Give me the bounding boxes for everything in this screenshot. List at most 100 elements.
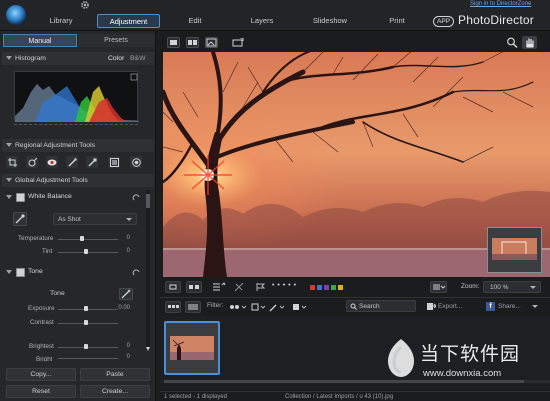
linear-gradient-icon[interactable] — [108, 156, 120, 168]
histogram-chart — [14, 71, 139, 122]
fullscreen-icon[interactable] — [232, 38, 244, 48]
histogram-title: Histogram — [15, 55, 46, 62]
white-balance-preset-select[interactable]: As Shot — [53, 213, 137, 225]
tab-slideshow[interactable]: Slideshow — [305, 14, 355, 28]
tone-title: Tone — [28, 268, 43, 275]
exposure-slider[interactable] — [58, 309, 118, 310]
collapse-arrow-icon[interactable] — [6, 195, 12, 199]
color-label-purple[interactable] — [324, 285, 329, 290]
app-badge-button[interactable]: APP — [433, 16, 454, 27]
edit-filter-dropdown[interactable] — [268, 301, 288, 313]
list-view-button[interactable] — [185, 301, 201, 313]
paste-button[interactable]: Paste — [80, 368, 150, 381]
export-button[interactable]: Export... — [424, 300, 476, 313]
rating-dots[interactable]: • • • • • — [272, 282, 297, 289]
list-sort-icon[interactable] — [212, 282, 226, 292]
left-panel-scrollbar[interactable] — [146, 190, 150, 350]
zoom-select[interactable]: 100 % — [483, 281, 541, 293]
global-tools-header[interactable]: Global Adjustment Tools — [2, 174, 154, 187]
tint-label: Tint — [42, 248, 53, 255]
search-input[interactable]: Search — [346, 300, 416, 312]
temperature-slider-handle[interactable] — [80, 236, 84, 241]
color-filter-dropdown[interactable] — [291, 301, 309, 313]
compare-view-icon[interactable] — [186, 37, 199, 48]
tone-checkbox[interactable] — [16, 268, 25, 277]
white-balance-section: White Balance — [4, 192, 146, 204]
watermark-logo-icon — [388, 339, 414, 377]
view-mode-button[interactable] — [165, 281, 181, 293]
regional-tools-header[interactable]: Regional Adjustment Tools — [2, 139, 154, 152]
signin-link[interactable]: Sign in to DirectorZone — [470, 1, 531, 7]
histogram-bw-toggle[interactable]: B&W — [130, 52, 145, 65]
tint-slider-handle[interactable] — [84, 249, 88, 254]
tab-manual[interactable]: Manual — [3, 34, 77, 47]
search-placeholder: Search — [359, 303, 380, 310]
panel-options-button[interactable] — [430, 281, 447, 293]
reset-arrow-icon[interactable] — [132, 268, 141, 276]
red-eye-icon[interactable] — [46, 156, 58, 168]
spot-removal-icon[interactable] — [26, 156, 38, 168]
scroll-down-arrow-icon[interactable] — [146, 347, 150, 351]
create-button[interactable]: Create... — [80, 385, 150, 398]
filmstrip-view-button[interactable] — [165, 301, 181, 313]
reset-button[interactable]: Reset — [6, 385, 76, 398]
tint-slider[interactable] — [58, 252, 118, 253]
histogram-color-toggle[interactable]: Color — [108, 52, 124, 65]
temperature-slider[interactable] — [58, 239, 118, 240]
temperature-label: Temperature — [18, 235, 54, 242]
tab-presets[interactable]: Presets — [78, 34, 154, 47]
flag-icon[interactable] — [256, 283, 266, 291]
navigator-thumbnail[interactable] — [487, 227, 542, 273]
tab-print[interactable]: Print — [383, 14, 411, 28]
gear-icon[interactable] — [80, 0, 90, 10]
brush-icon[interactable] — [66, 156, 78, 168]
share-label: Share... — [498, 303, 521, 310]
contrast-label: Contrast — [30, 319, 54, 326]
compare-mode-button[interactable] — [186, 281, 202, 293]
brightest-slider[interactable] — [58, 347, 118, 348]
color-label-yellow[interactable] — [338, 285, 343, 290]
hand-icon — [526, 38, 534, 48]
rating-filter-dropdown[interactable] — [250, 301, 268, 313]
temperature-value: 0 — [126, 235, 130, 241]
copy-button[interactable]: Copy... — [6, 368, 76, 381]
magic-wand-icon — [121, 289, 131, 299]
collapse-arrow-icon[interactable] — [6, 270, 12, 274]
bright-slider[interactable] — [58, 358, 118, 359]
tint-value: 0 — [126, 248, 130, 254]
export-icon — [427, 303, 436, 310]
eyedropper-button[interactable] — [13, 212, 27, 226]
crop-tool-icon[interactable] — [6, 156, 18, 168]
auto-tone-button[interactable] — [119, 288, 133, 300]
bright-label: Bright — [36, 356, 53, 361]
share-button[interactable]: f Share... — [484, 300, 540, 313]
before-after-icon[interactable] — [205, 37, 218, 48]
top-bar: Library Adjustment Edit Layers Slideshow… — [0, 0, 550, 31]
bright-value: 0 — [126, 354, 130, 360]
hide-overlay-icon[interactable] — [234, 282, 244, 292]
contrast-slider-handle[interactable] — [84, 320, 88, 325]
watermark-url: www.downxia.com — [423, 368, 502, 379]
color-label-blue[interactable] — [317, 285, 322, 290]
tab-library[interactable]: Library — [40, 14, 82, 28]
reset-arrow-icon[interactable] — [132, 193, 141, 201]
contrast-slider[interactable] — [58, 323, 118, 324]
gradient-mask-icon[interactable] — [86, 156, 98, 168]
white-balance-checkbox[interactable] — [16, 193, 25, 202]
flag-filter-dropdown[interactable] — [228, 301, 248, 313]
site-watermark: 当下软件园 www.downxia.com — [382, 337, 550, 387]
zoom-tool-icon[interactable] — [506, 37, 518, 48]
tab-edit[interactable]: Edit — [178, 14, 212, 28]
color-label-red[interactable] — [310, 285, 315, 290]
exposure-slider-handle[interactable] — [84, 306, 88, 311]
filter-label: Filter: — [207, 302, 224, 309]
single-view-icon[interactable] — [167, 37, 180, 48]
tab-layers[interactable]: Layers — [243, 14, 281, 28]
color-label-green[interactable] — [331, 285, 336, 290]
tab-adjustment[interactable]: Adjustment — [97, 14, 160, 28]
radial-filter-icon[interactable] — [130, 156, 142, 168]
brightest-slider-handle[interactable] — [84, 344, 88, 349]
hand-tool-button[interactable] — [522, 36, 537, 49]
filmstrip-thumbnail-selected[interactable] — [164, 321, 220, 375]
brand-title: PhotoDirector — [458, 13, 534, 27]
